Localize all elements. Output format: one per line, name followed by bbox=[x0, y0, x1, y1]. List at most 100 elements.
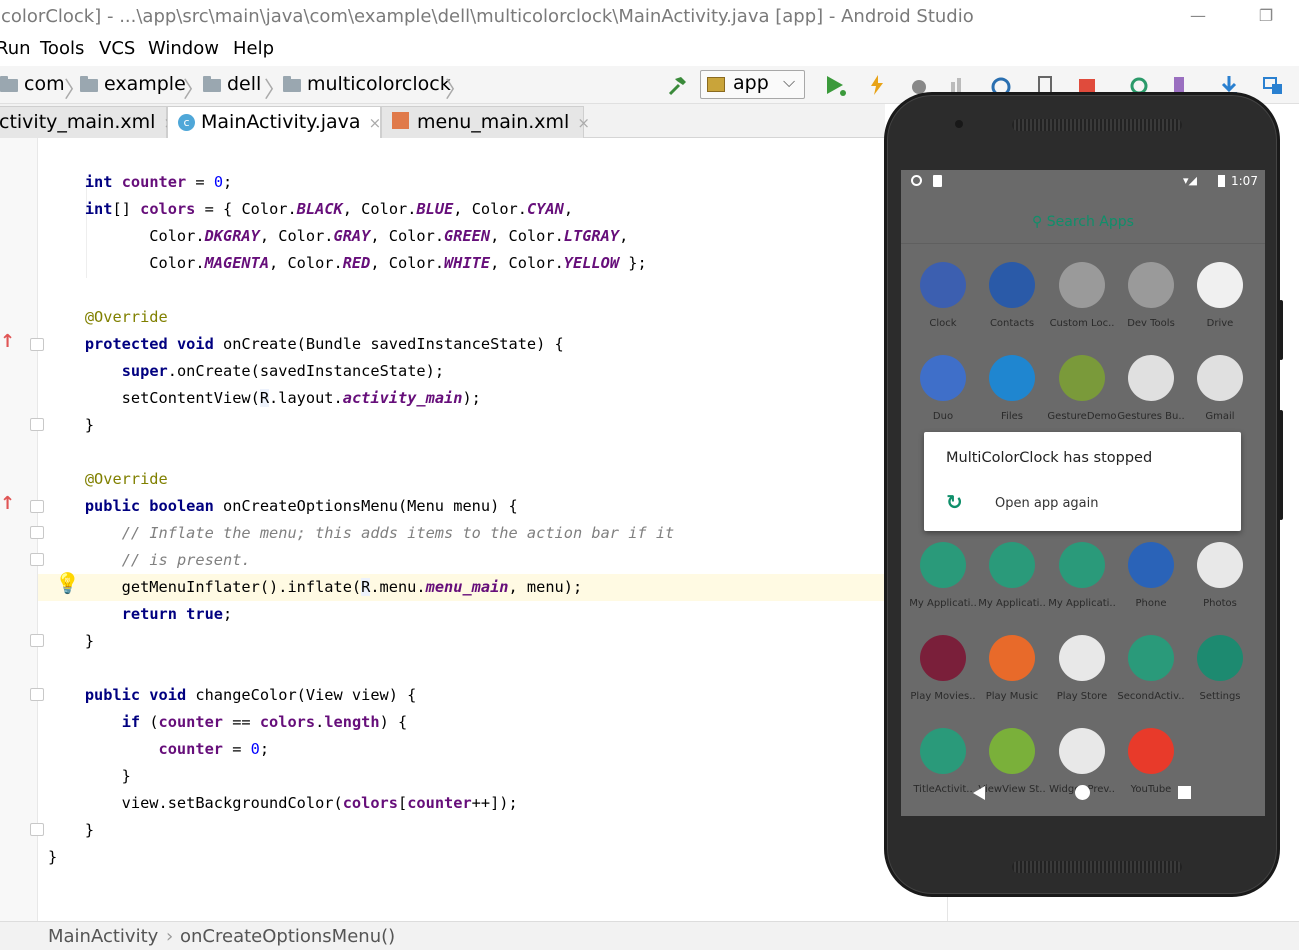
app-launcher-item[interactable]: Settings bbox=[1185, 635, 1255, 702]
status-method[interactable]: onCreateOptionsMenu() bbox=[180, 926, 395, 947]
app-launcher-item[interactable]: Photos bbox=[1185, 542, 1255, 609]
tab-activity-main-xml[interactable]: ctivity_main.xml× bbox=[0, 106, 176, 138]
app-launcher-item[interactable]: My Applicati.. bbox=[1047, 542, 1117, 609]
app-launcher-item[interactable]: My Applicati.. bbox=[977, 542, 1047, 609]
code-line: @Override bbox=[84, 470, 168, 488]
tab-label: ctivity_main.xml bbox=[0, 111, 156, 133]
menu-help[interactable]: Help bbox=[233, 38, 274, 59]
app-launcher-item[interactable]: Contacts bbox=[977, 262, 1047, 329]
minimize-button[interactable]: — bbox=[1188, 6, 1208, 26]
battery-icon bbox=[1218, 175, 1225, 187]
status-class[interactable]: MainActivity bbox=[48, 926, 158, 947]
app-launcher-item[interactable]: Play Movies.. bbox=[908, 635, 978, 702]
app-label: Play Music bbox=[985, 691, 1039, 702]
app-label: Gestures Bu.. bbox=[1117, 411, 1185, 422]
app-launcher-item[interactable]: Clock bbox=[908, 262, 978, 329]
xml-file-icon bbox=[392, 112, 409, 129]
folder-icon bbox=[203, 75, 221, 92]
code-line: } bbox=[48, 632, 95, 650]
emulator-screen[interactable]: ▾◢ 1:07 ⚲ Search Apps Clock Contacts Custo… bbox=[901, 170, 1265, 816]
app-launcher-item[interactable]: My Applicati.. bbox=[908, 542, 978, 609]
menu-bar: Run Tools VCS Window Help bbox=[0, 34, 1299, 66]
android-module-icon bbox=[707, 77, 725, 92]
fold-marker[interactable] bbox=[30, 634, 44, 647]
breadcrumb-label: example bbox=[104, 73, 186, 95]
hammer-icon[interactable] bbox=[666, 74, 688, 96]
code-editor[interactable]: ↑ ↑ 💡 int counter = 0; int[] colors = { … bbox=[0, 138, 948, 921]
maximize-button[interactable]: ❐ bbox=[1256, 6, 1276, 26]
project-structure-icon[interactable] bbox=[1262, 74, 1284, 96]
menu-window[interactable]: Window bbox=[148, 38, 219, 59]
app-label: Play Store bbox=[1056, 691, 1108, 702]
run-config-select[interactable]: app ⌵ bbox=[700, 70, 805, 99]
app-launcher-item[interactable]: Drive bbox=[1185, 262, 1255, 329]
code-line: getMenuInflater().inflate(R.menu.menu_ma… bbox=[48, 578, 583, 596]
android-robot-icon bbox=[989, 728, 1035, 774]
override-arrow-icon[interactable]: ↑ bbox=[0, 331, 15, 352]
code-line: Color.MAGENTA, Color.RED, Color.WHITE, C… bbox=[48, 254, 647, 272]
recents-icon[interactable] bbox=[1178, 786, 1191, 799]
app-label: Clock bbox=[929, 318, 957, 329]
app-launcher-item[interactable]: Duo bbox=[908, 355, 978, 422]
top-speaker bbox=[1012, 119, 1182, 131]
app-launcher-item[interactable]: Dev Tools bbox=[1116, 262, 1186, 329]
app-label: Gmail bbox=[1205, 411, 1235, 422]
breadcrumb-com[interactable]: com bbox=[0, 73, 65, 95]
volume-button[interactable] bbox=[1279, 410, 1283, 520]
code-line: } bbox=[48, 821, 95, 839]
code-line: int counter = 0; bbox=[84, 173, 233, 191]
fold-marker[interactable] bbox=[30, 500, 44, 513]
code-line: // Inflate the menu; this adds items to … bbox=[121, 524, 675, 542]
android-app-icon bbox=[989, 542, 1035, 588]
close-icon[interactable]: × bbox=[577, 114, 590, 132]
fold-marker[interactable] bbox=[30, 688, 44, 701]
fold-marker[interactable] bbox=[30, 526, 44, 539]
breadcrumb-dell[interactable]: dell bbox=[203, 73, 261, 95]
menu-vcs[interactable]: VCS bbox=[99, 38, 135, 59]
home-icon[interactable] bbox=[1075, 785, 1090, 800]
override-arrow-icon[interactable]: ↑ bbox=[0, 493, 15, 514]
code-line: public boolean onCreateOptionsMenu(Menu … bbox=[84, 497, 518, 515]
gmail-icon bbox=[1197, 355, 1243, 401]
signal-icon: ▾◢ bbox=[1183, 174, 1197, 187]
app-launcher-item[interactable]: GestureDemo bbox=[1047, 355, 1117, 422]
app-launcher-item[interactable]: Play Music bbox=[977, 635, 1047, 702]
app-label: Play Movies.. bbox=[910, 691, 976, 702]
app-launcher-item[interactable]: SecondActiv.. bbox=[1116, 635, 1186, 702]
menu-run[interactable]: Run bbox=[0, 38, 31, 59]
custom-locale-icon bbox=[1059, 262, 1105, 308]
menu-tools[interactable]: Tools bbox=[40, 38, 84, 59]
code-line: protected void onCreate(Bundle savedInst… bbox=[84, 335, 564, 353]
emulator-device: ▾◢ 1:07 ⚲ Search Apps Clock Contacts Custo… bbox=[884, 92, 1283, 897]
tab-mainactivity-java[interactable]: c MainActivity.java × bbox=[167, 106, 381, 138]
close-icon[interactable]: × bbox=[369, 114, 382, 132]
fold-marker[interactable] bbox=[30, 418, 44, 431]
app-launcher-item[interactable]: Custom Loc.. bbox=[1047, 262, 1117, 329]
search-label: Search Apps bbox=[1046, 214, 1134, 230]
run-icon[interactable] bbox=[824, 74, 846, 96]
app-launcher-item[interactable]: Gmail bbox=[1185, 355, 1255, 422]
code-line: Color.DKGRAY, Color.GRAY, Color.GREEN, C… bbox=[48, 227, 629, 245]
fold-marker[interactable] bbox=[30, 338, 44, 351]
fold-marker[interactable] bbox=[30, 553, 44, 566]
dialog-title: MultiColorClock has stopped bbox=[946, 450, 1153, 466]
app-launcher-item[interactable]: Gestures Bu.. bbox=[1116, 355, 1186, 422]
title-bar: icolorClock] - ...\app\src\main\java\com… bbox=[0, 0, 1299, 34]
app-launcher-item[interactable]: Play Store bbox=[1047, 635, 1117, 702]
apply-changes-icon[interactable] bbox=[866, 74, 888, 96]
search-apps-bar[interactable]: ⚲ Search Apps bbox=[901, 194, 1265, 244]
app-launcher-item[interactable]: Files bbox=[977, 355, 1047, 422]
open-app-again-button[interactable]: Open app again bbox=[995, 496, 1099, 511]
app-label: Custom Loc.. bbox=[1049, 318, 1115, 329]
power-button[interactable] bbox=[1279, 300, 1283, 360]
breadcrumb-example[interactable]: example bbox=[80, 73, 186, 95]
tab-menu-main-xml[interactable]: menu_main.xml × bbox=[381, 106, 590, 138]
code-line: // is present. bbox=[121, 551, 251, 569]
chevron-right-icon: 〉 bbox=[183, 78, 206, 103]
status-separator: › bbox=[166, 926, 174, 947]
breadcrumb-multicolorclock[interactable]: multicolorclock bbox=[283, 73, 451, 95]
app-launcher-item[interactable]: Phone bbox=[1116, 542, 1186, 609]
fold-marker[interactable] bbox=[30, 823, 44, 836]
back-icon[interactable] bbox=[973, 786, 985, 800]
app-label: SecondActiv.. bbox=[1117, 691, 1185, 702]
